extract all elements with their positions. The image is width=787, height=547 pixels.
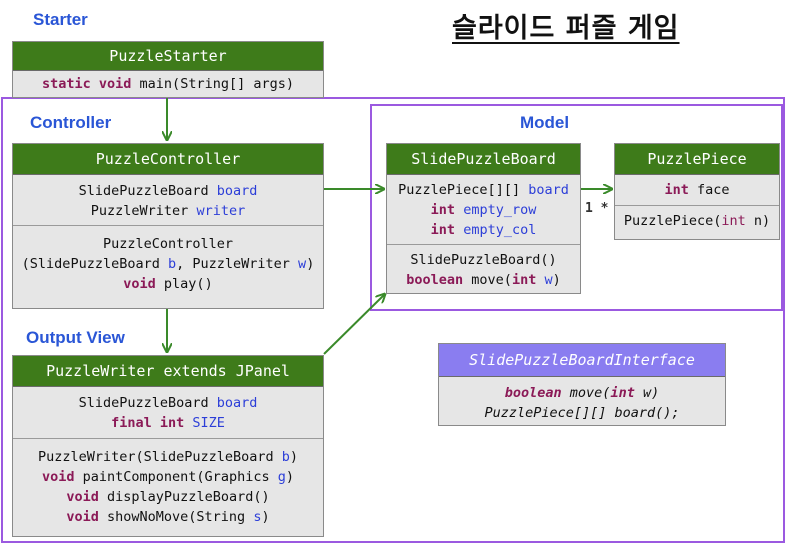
class-slide-puzzle-board: SlidePuzzleBoard PuzzlePiece[][] board i… bbox=[386, 143, 581, 294]
arrow-writer-to-board bbox=[323, 294, 385, 355]
multiplicity-label: 1 * bbox=[585, 201, 609, 216]
class-header: PuzzleStarter bbox=[13, 42, 323, 71]
methods-section: PuzzlePiece(int n) bbox=[615, 205, 779, 236]
methods-section: boolean move(int w) PuzzlePiece[][] boar… bbox=[484, 385, 680, 421]
fields-section: SlidePuzzleBoard board final int SIZE bbox=[78, 395, 258, 431]
methods-section: PuzzleController (SlidePuzzleBoard b, Pu… bbox=[13, 225, 323, 298]
fields-section: int face bbox=[664, 182, 730, 198]
methods-section: SlidePuzzleBoard() boolean move(int w) bbox=[387, 244, 580, 294]
fields-section: SlidePuzzleBoard board PuzzleWriter writ… bbox=[78, 183, 258, 219]
method-main: static void main(String[] args) bbox=[42, 76, 294, 92]
class-header: PuzzlePiece bbox=[615, 144, 779, 175]
class-puzzle-controller: PuzzleController SlidePuzzleBoard board … bbox=[12, 143, 324, 309]
class-puzzle-piece: PuzzlePiece int face PuzzlePiece(int n) bbox=[614, 143, 780, 240]
class-header: SlidePuzzleBoard bbox=[387, 144, 580, 175]
methods-section: PuzzleWriter(SlidePuzzleBoard b) void pa… bbox=[13, 438, 323, 531]
class-puzzle-writer: PuzzleWriter extends JPanel SlidePuzzleB… bbox=[12, 355, 324, 537]
class-puzzle-starter: PuzzleStarter static void main(String[] … bbox=[12, 41, 324, 98]
fields-section: PuzzlePiece[][] board int empty_row int … bbox=[398, 182, 569, 238]
class-header: PuzzleController bbox=[13, 144, 323, 175]
interface-slide-puzzle-board: SlidePuzzleBoardInterface boolean move(i… bbox=[438, 343, 726, 426]
interface-header: SlidePuzzleBoardInterface bbox=[439, 344, 725, 377]
class-header: PuzzleWriter extends JPanel bbox=[13, 356, 323, 387]
